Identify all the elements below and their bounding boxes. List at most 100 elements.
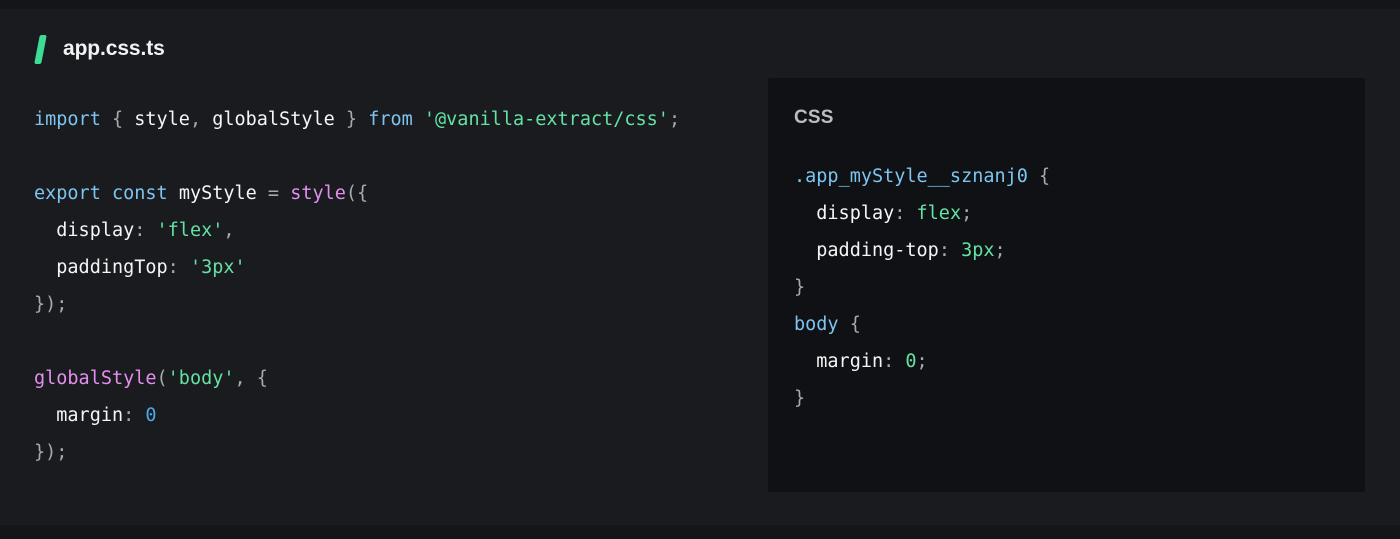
- code-token: =: [267, 183, 280, 204]
- code-token: :: [167, 257, 179, 278]
- code-token: (: [156, 368, 168, 389]
- code-line: display: 'flex',: [34, 212, 744, 249]
- code-token: });: [34, 294, 68, 315]
- code-token: :: [134, 220, 146, 241]
- code-token: {: [838, 314, 861, 335]
- code-line: });: [34, 434, 744, 471]
- code-token: '@vanilla-extract/css': [423, 109, 669, 130]
- code-token: }: [794, 388, 806, 409]
- code-line: .app_myStyle__sznanj0 {: [794, 158, 1339, 195]
- code-token: 'body': [167, 368, 235, 389]
- code-token: display: [56, 220, 135, 241]
- code-token: ;: [668, 109, 681, 130]
- code-token: '3px': [189, 257, 246, 278]
- code-line: body {: [794, 306, 1339, 343]
- code-token: margin: [816, 351, 884, 372]
- code-line: });: [34, 286, 744, 323]
- code-token: {: [1027, 166, 1051, 187]
- code-token: flex: [916, 203, 962, 224]
- code-line: import { style, globalStyle } from '@van…: [34, 101, 744, 138]
- file-name-label: app.css.ts: [63, 37, 165, 60]
- code-token: import: [34, 109, 101, 130]
- code-token: ;: [961, 203, 973, 224]
- code-line: globalStyle('body', {: [34, 360, 744, 397]
- code-token: 0: [145, 405, 157, 426]
- code-token: ;: [994, 240, 1006, 261]
- code-token: myStyle: [178, 183, 257, 204]
- code-token: }: [794, 277, 806, 298]
- code-token: style: [290, 183, 346, 204]
- code-token: :: [883, 351, 895, 372]
- code-token: ;: [916, 351, 928, 372]
- css-panel-title: CSS: [794, 107, 834, 128]
- code-token: :: [894, 203, 906, 224]
- code-token: .app_myStyle__sznanj0: [794, 166, 1028, 187]
- code-token: {: [111, 109, 124, 130]
- code-token: const: [111, 183, 168, 204]
- code-token: ,: [234, 368, 246, 389]
- code-token: globalStyle: [34, 368, 157, 389]
- code-token: ,: [223, 220, 235, 241]
- code-token: :: [123, 405, 135, 426]
- code-token: });: [34, 442, 68, 463]
- code-token: 3px: [961, 240, 995, 261]
- slide-canvas: app.css.ts import { style, globalStyle }…: [0, 0, 1400, 539]
- code-token: from: [368, 109, 413, 130]
- file-header: app.css.ts: [34, 34, 165, 64]
- code-token: ({: [345, 183, 369, 204]
- code-line: }: [794, 380, 1339, 417]
- code-token: margin: [56, 405, 124, 426]
- code-line: margin: 0;: [794, 343, 1339, 380]
- code-line: padding-top: 3px;: [794, 232, 1339, 269]
- css-output-code-block: .app_myStyle__sznanj0 { display: flex; p…: [794, 158, 1339, 417]
- code-token: {: [256, 368, 268, 389]
- code-token: style: [134, 109, 190, 130]
- code-token: ,: [189, 109, 202, 130]
- code-token: 0: [905, 351, 917, 372]
- source-code-block: import { style, globalStyle } from '@van…: [34, 101, 744, 471]
- code-line: display: flex;: [794, 195, 1339, 232]
- code-line: margin: 0: [34, 397, 744, 434]
- code-line: paddingTop: '3px': [34, 249, 744, 286]
- code-line: }: [794, 269, 1339, 306]
- css-output-panel: CSS .app_myStyle__sznanj0 { display: fle…: [768, 78, 1365, 492]
- code-token: globalStyle: [212, 109, 335, 130]
- code-token: :: [938, 240, 950, 261]
- code-line: export const myStyle = style({: [34, 175, 744, 212]
- code-token: 'flex': [156, 220, 224, 241]
- bottom-edge-band: [0, 525, 1400, 539]
- top-edge-band: [0, 0, 1400, 9]
- code-token: padding-top: [816, 240, 939, 261]
- backslash-icon: [34, 34, 48, 64]
- code-token: export: [34, 183, 101, 204]
- code-token: display: [816, 203, 895, 224]
- code-token: }: [345, 109, 358, 130]
- code-token: body: [794, 314, 839, 335]
- code-token: paddingTop: [56, 257, 168, 278]
